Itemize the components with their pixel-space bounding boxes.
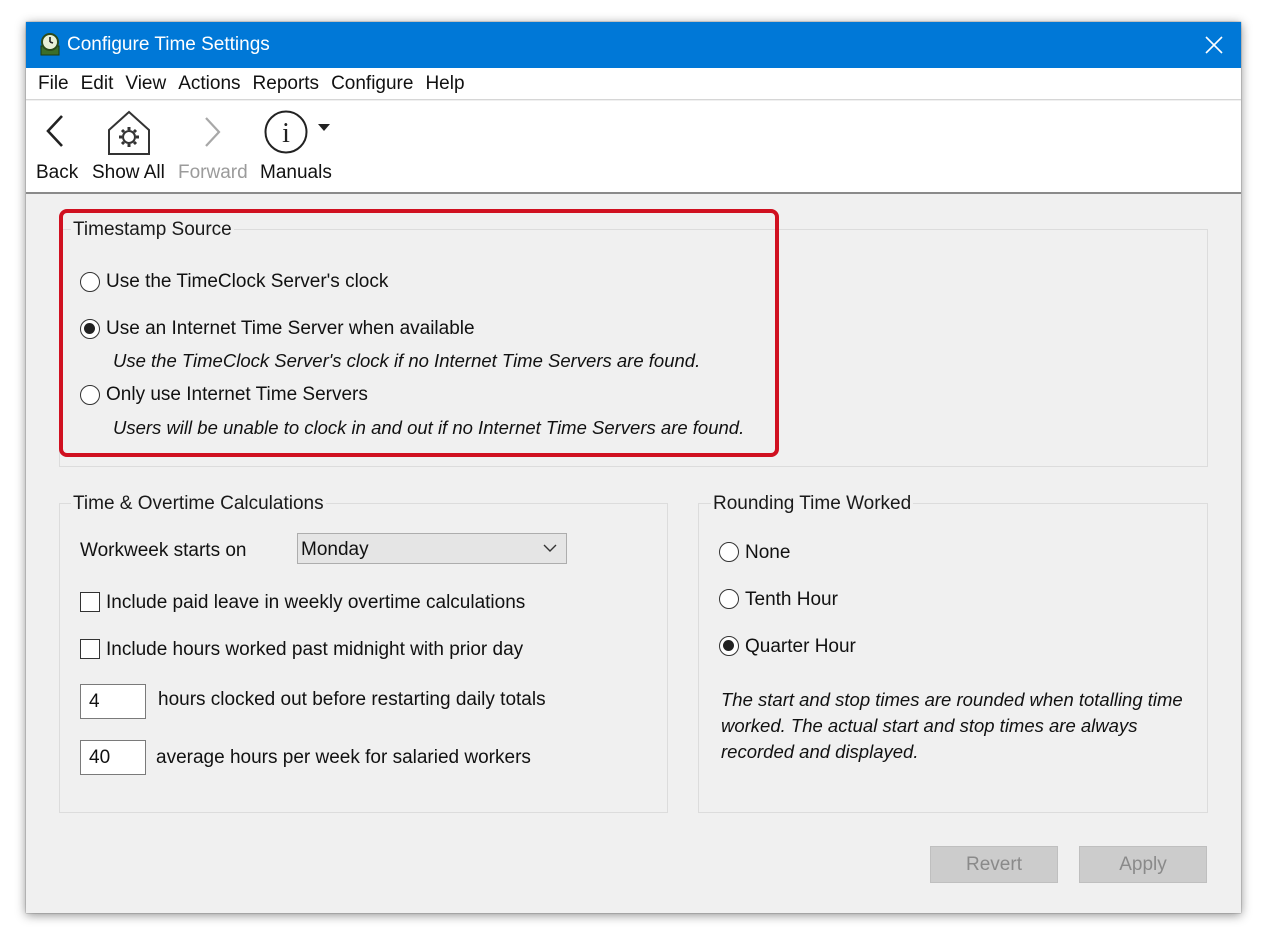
rounding-title: Rounding Time Worked: [711, 493, 914, 515]
radio-rounding-quarter[interactable]: [719, 636, 739, 656]
timeclock-app-icon: [40, 33, 60, 56]
avg-hours-label: average hours per week for salaried work…: [156, 747, 531, 768]
avg-hours-input[interactable]: [80, 740, 146, 775]
forward-arrow-icon: [205, 117, 221, 147]
configure-time-settings-window: Configure Time Settings File Edit View A…: [26, 22, 1241, 913]
revert-button[interactable]: Revert: [930, 846, 1058, 883]
menu-file[interactable]: File: [32, 68, 75, 100]
menu-help[interactable]: Help: [419, 68, 470, 100]
dropdown-arrow-icon: [318, 124, 330, 131]
info-icon: i: [264, 110, 308, 154]
show-all-button[interactable]: Show All: [90, 101, 168, 191]
label-rounding-tenth: Tenth Hour: [745, 589, 838, 610]
menu-actions[interactable]: Actions: [172, 68, 246, 100]
menu-edit[interactable]: Edit: [75, 68, 120, 100]
back-button[interactable]: Back: [32, 101, 80, 191]
show-all-label: Show All: [92, 162, 165, 183]
timestamp-source-highlight: [59, 209, 779, 457]
back-label: Back: [36, 162, 79, 183]
checkbox-include-midnight[interactable]: [80, 639, 100, 659]
title-bar: Configure Time Settings: [26, 22, 1241, 68]
label-rounding-none: None: [745, 542, 791, 563]
house-gear-icon: [108, 110, 150, 155]
menu-configure[interactable]: Configure: [325, 68, 419, 100]
back-arrow-icon: [46, 115, 63, 147]
radio-rounding-tenth[interactable]: [719, 589, 739, 609]
rounding-note: The start and stop times are rounded whe…: [721, 689, 1183, 762]
svg-text:i: i: [282, 118, 290, 149]
workweek-value: Monday: [301, 539, 369, 560]
chevron-down-icon: [543, 544, 557, 552]
time-overtime-title: Time & Overtime Calculations: [71, 493, 326, 515]
window-title: Configure Time Settings: [67, 34, 270, 55]
workweek-label: Workweek starts on: [80, 540, 247, 561]
menu-view[interactable]: View: [119, 68, 172, 100]
close-icon: [1205, 36, 1223, 54]
label-rounding-quarter: Quarter Hour: [745, 636, 856, 657]
checkbox-include-paid-leave[interactable]: [80, 592, 100, 612]
manuals-button[interactable]: i Manuals: [258, 101, 342, 191]
radio-rounding-none[interactable]: [719, 542, 739, 562]
workweek-select[interactable]: Monday: [297, 533, 567, 564]
label-include-paid-leave: Include paid leave in weekly overtime ca…: [106, 592, 526, 613]
menu-bar: File Edit View Actions Reports Configure…: [26, 68, 1241, 100]
hours-clocked-out-input[interactable]: [80, 684, 146, 719]
close-button[interactable]: [1187, 22, 1241, 68]
menu-reports[interactable]: Reports: [247, 68, 326, 100]
forward-label: Forward: [178, 162, 248, 183]
forward-button[interactable]: Forward: [176, 101, 250, 191]
manuals-label: Manuals: [260, 162, 332, 183]
label-include-midnight: Include hours worked past midnight with …: [106, 639, 524, 660]
apply-button[interactable]: Apply: [1079, 846, 1207, 883]
toolbar: Back Show All Forward i Manuals: [26, 101, 1241, 194]
hours-clocked-out-label: hours clocked out before restarting dail…: [158, 689, 546, 710]
